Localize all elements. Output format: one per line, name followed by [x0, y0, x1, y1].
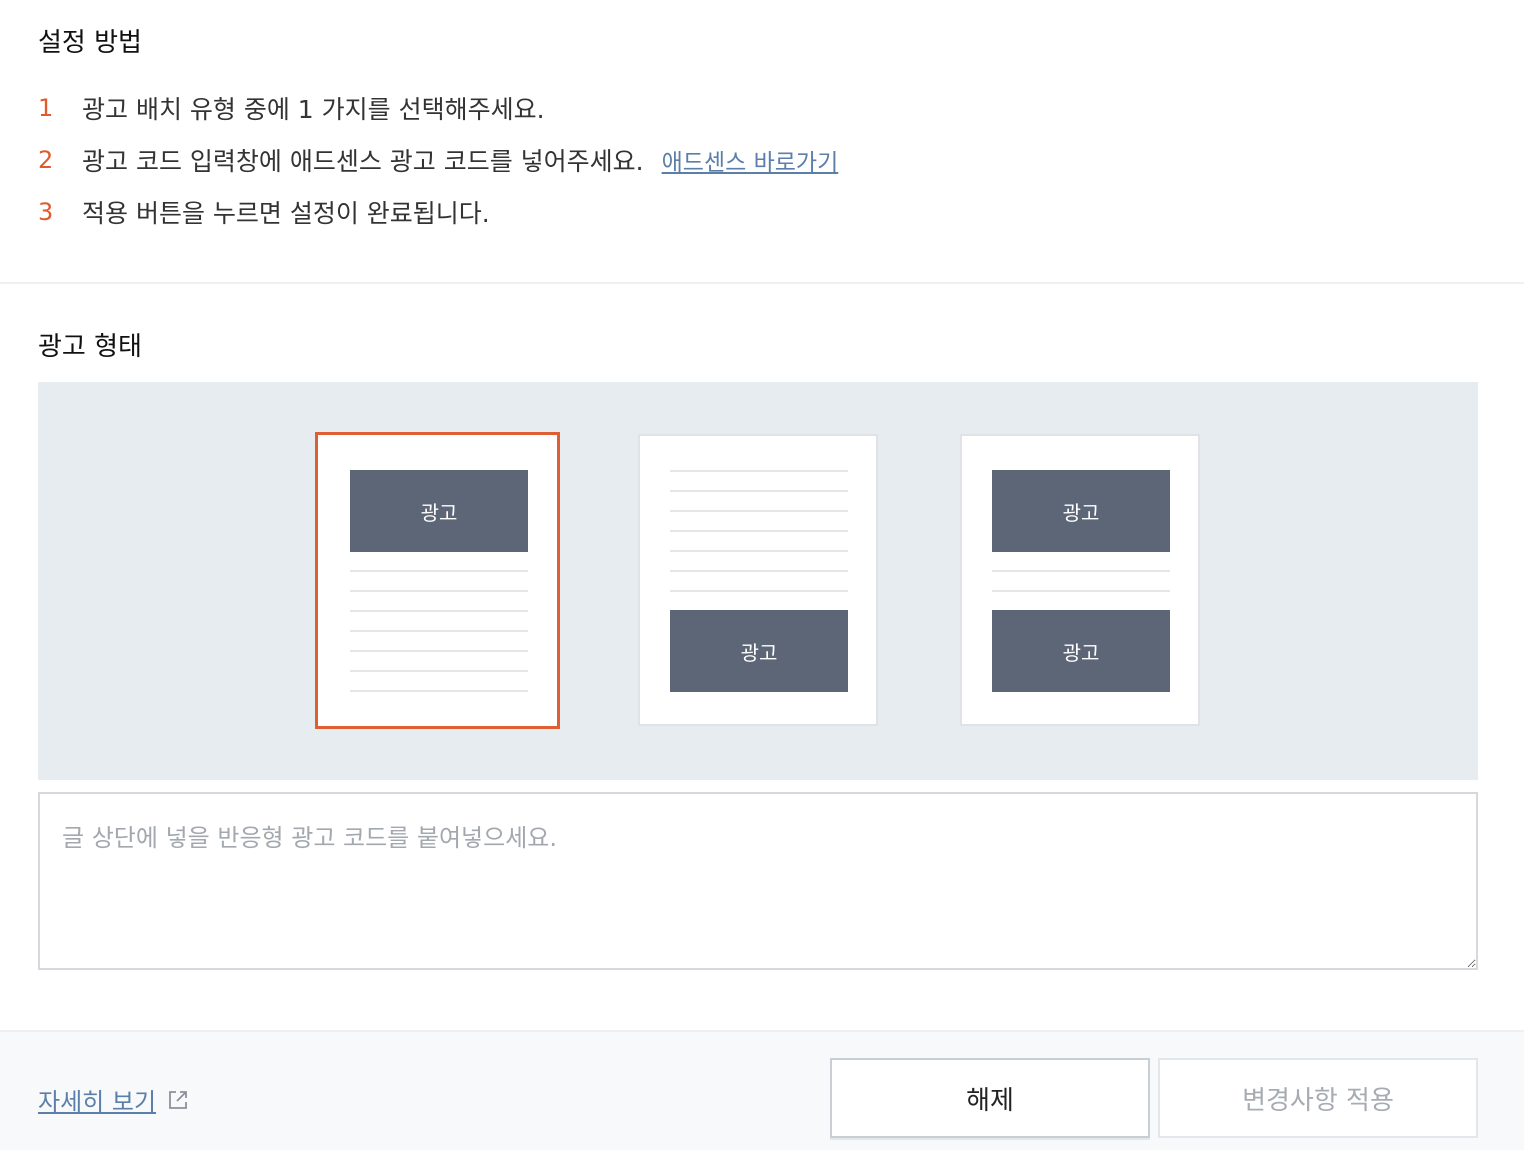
footer-bar: 자세히 보기 해제 변경사항 적용 — [0, 1030, 1524, 1150]
ad-code-input[interactable] — [38, 792, 1478, 970]
text-line — [670, 530, 848, 532]
apply-changes-button[interactable]: 변경사항 적용 — [1158, 1058, 1478, 1138]
text-line — [350, 630, 528, 632]
text-line — [670, 510, 848, 512]
step-text: 적용 버튼을 누르면 설정이 완료됩니다. — [82, 199, 490, 228]
text-line — [350, 690, 528, 692]
text-line — [350, 570, 528, 572]
text-line — [670, 490, 848, 492]
step-number: 3 — [38, 198, 54, 226]
setup-steps: 1 광고 배치 유형 중에 1 가지를 선택해주세요. 2 광고 코드 입력창에… — [38, 82, 838, 238]
release-button[interactable]: 해제 — [830, 1058, 1150, 1138]
section-divider — [0, 282, 1524, 284]
ad-placeholder-block: 광고 — [670, 610, 848, 692]
adsense-shortcut-link[interactable]: 애드센스 바로가기 — [662, 143, 839, 177]
ad-type-title: 광고 형태 — [38, 332, 142, 362]
step-1: 1 광고 배치 유형 중에 1 가지를 선택해주세요. — [38, 82, 838, 134]
step-text: 광고 코드 입력창에 애드센스 광고 코드를 넣어주세요. — [82, 147, 644, 176]
step-number: 1 — [38, 94, 54, 122]
step-text: 광고 배치 유형 중에 1 가지를 선택해주세요. — [82, 95, 545, 124]
text-line — [992, 570, 1170, 572]
ad-placeholder-block: 광고 — [992, 470, 1170, 552]
text-line — [992, 590, 1170, 592]
text-line — [670, 470, 848, 472]
text-line — [670, 590, 848, 592]
ad-option-top[interactable]: 광고 — [315, 432, 560, 729]
text-line — [350, 670, 528, 672]
text-line — [350, 610, 528, 612]
text-line — [350, 650, 528, 652]
adsense-settings-page: 설정 방법 1 광고 배치 유형 중에 1 가지를 선택해주세요. 2 광고 코… — [0, 0, 1524, 1150]
ad-placeholder-block: 광고 — [350, 470, 528, 552]
ad-option-bottom[interactable]: 광고 — [638, 434, 878, 726]
ad-type-selector: 광고 광고 광고 광고 — [38, 382, 1478, 780]
text-line — [670, 550, 848, 552]
external-link-icon — [166, 1088, 190, 1112]
text-line — [670, 570, 848, 572]
ad-placeholder-block: 광고 — [992, 610, 1170, 692]
step-2: 2 광고 코드 입력창에 애드센스 광고 코드를 넣어주세요. 애드센스 바로가… — [38, 134, 838, 186]
ad-option-top-bottom[interactable]: 광고 광고 — [960, 434, 1200, 726]
text-line — [350, 590, 528, 592]
step-number: 2 — [38, 146, 54, 174]
step-3: 3 적용 버튼을 누르면 설정이 완료됩니다. — [38, 186, 838, 238]
learn-more-label: 자세히 보기 — [38, 1088, 157, 1116]
learn-more-link[interactable]: 자세히 보기 — [38, 1082, 190, 1117]
setup-title: 설정 방법 — [38, 28, 142, 58]
